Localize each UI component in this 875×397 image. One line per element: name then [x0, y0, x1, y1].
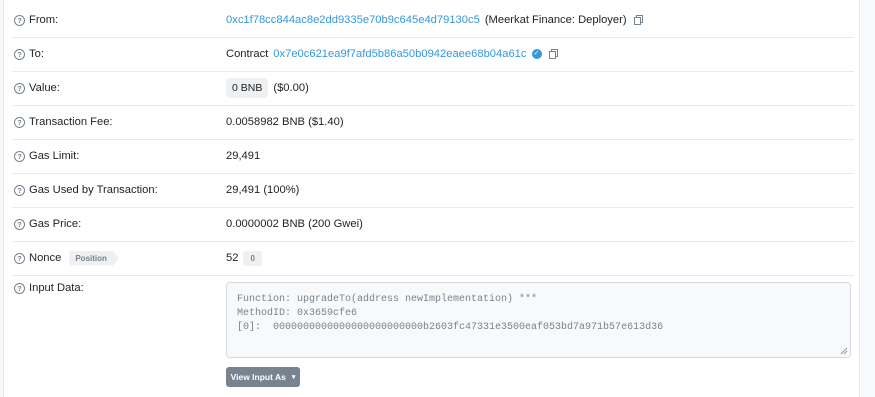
question-circle-icon[interactable]: ? [14, 184, 25, 196]
chevron-down-icon: ▾ [291, 374, 296, 381]
contract-prefix: Contract [226, 48, 269, 60]
gas-used-label: ? Gas Used by Transaction: [14, 173, 158, 207]
row-nonce: ? Nonce Position 52 0 [12, 241, 854, 276]
value-usd: ($0.00) [273, 82, 309, 94]
copy-icon[interactable] [633, 15, 643, 25]
gas-price-value: 0.0000002 BNB (200 Gwei) [226, 218, 363, 230]
from-value: 0xc1f78cc844ac8e2dd9335e70b9c645e4d79130… [226, 3, 643, 37]
value-amount-badge: 0 BNB [226, 78, 269, 98]
row-from: ? From: 0xc1f78cc844ac8e2dd9335e70b9c645… [12, 3, 854, 38]
input-method-id-line: MethodID: 0x3659cfe6 [237, 308, 358, 319]
from-address-link[interactable]: 0xc1f78cc844ac8e2dd9335e70b9c645e4d79130… [226, 14, 480, 26]
question-circle-icon[interactable]: ? [14, 116, 25, 128]
gas-limit-value: 29,491 [226, 150, 261, 162]
question-circle-icon[interactable]: ? [14, 48, 25, 60]
question-circle-icon[interactable]: ? [14, 82, 25, 94]
row-gas-used: ? Gas Used by Transaction: 29,491 (100%) [12, 173, 854, 208]
fee-value: 0.0058982 BNB ($1.40) [226, 116, 344, 128]
value-value: 0 BNB ($0.00) [226, 71, 309, 105]
resize-handle-icon[interactable] [840, 347, 848, 355]
input-function-line: Function: upgradeTo(address newImplement… [237, 294, 538, 305]
to-address-link[interactable]: 0x7e0c621ea9f7afd5b86a50b0942eaee68b04a6… [273, 48, 526, 60]
from-name-tag: (Meerkat Finance: Deployer) [484, 14, 627, 26]
input-param-line: [0]: 0000000000000000000000000b2603fc473… [237, 322, 664, 333]
to-value: Contract 0x7e0c621ea9f7afd5b86a50b0942ea… [226, 37, 558, 71]
question-circle-icon[interactable]: ? [14, 282, 25, 294]
copy-icon[interactable] [548, 49, 558, 59]
gas-price-label: ? Gas Price: [14, 207, 81, 241]
row-gas-limit: ? Gas Limit: 29,491 [12, 139, 854, 174]
view-input-as-button[interactable]: View Input As ▾ [226, 367, 300, 387]
nonce-value: 52 0 [226, 241, 262, 275]
gas-used-value: 29,491 (100%) [226, 184, 300, 196]
position-badge: Position [69, 250, 119, 266]
transaction-details-card: ? From: 0xc1f78cc844ac8e2dd9335e70b9c645… [3, 0, 860, 397]
question-circle-icon[interactable]: ? [14, 218, 25, 230]
from-label: ? From: [14, 3, 58, 37]
input-data-label: ? Input Data: [14, 275, 84, 301]
question-circle-icon[interactable]: ? [14, 14, 25, 26]
nonce-position-value: 0 [243, 250, 262, 266]
check-badge-icon: ✓ [531, 49, 542, 59]
row-to: ? To: Contract 0x7e0c621ea9f7afd5b86a50b… [12, 37, 854, 72]
question-circle-icon[interactable]: ? [14, 252, 25, 264]
row-transaction-fee: ? Transaction Fee: 0.0058982 BNB ($1.40) [12, 105, 854, 140]
value-label: ? Value: [14, 71, 60, 105]
row-value: ? Value: 0 BNB ($0.00) [12, 71, 854, 106]
nonce-label: ? Nonce Position [14, 241, 119, 275]
row-gas-price: ? Gas Price: 0.0000002 BNB (200 Gwei) [12, 207, 854, 242]
input-data-textarea[interactable]: Function: upgradeTo(address newImplement… [226, 282, 851, 358]
to-label: ? To: [14, 37, 44, 71]
gas-limit-label: ? Gas Limit: [14, 139, 79, 173]
question-circle-icon[interactable]: ? [14, 150, 25, 162]
fee-label: ? Transaction Fee: [14, 105, 113, 139]
